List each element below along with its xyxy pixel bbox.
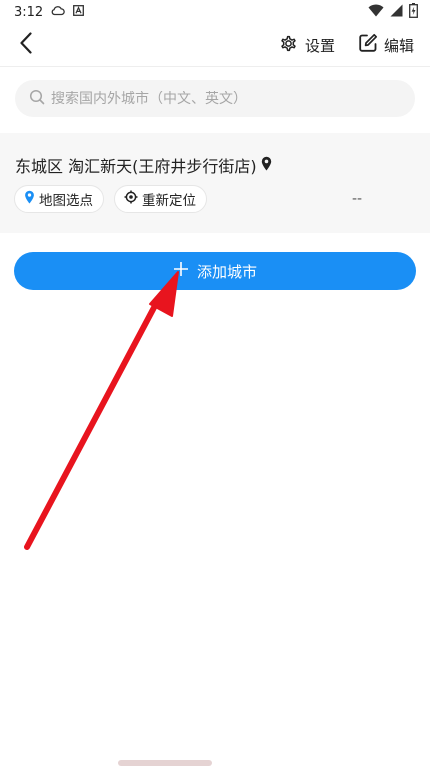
search-icon bbox=[29, 89, 45, 109]
signal-icon bbox=[390, 4, 403, 21]
gear-icon bbox=[278, 33, 299, 58]
relocate-button[interactable]: 重新定位 bbox=[114, 185, 207, 213]
location-name: 东城区 淘汇新天(王府井步行街店) bbox=[15, 157, 257, 176]
add-city-button[interactable]: 添加城市 bbox=[14, 252, 416, 290]
battery-charging-icon bbox=[409, 2, 418, 22]
add-city-label: 添加城市 bbox=[196, 262, 257, 281]
relocate-label: 重新定位 bbox=[142, 193, 196, 209]
back-button[interactable] bbox=[14, 32, 38, 58]
navigation-hint-bar bbox=[118, 760, 212, 766]
plus-icon bbox=[173, 261, 189, 281]
header-divider bbox=[0, 66, 430, 67]
current-temperature: -- bbox=[352, 191, 363, 207]
location-pin-icon bbox=[261, 156, 272, 175]
current-location-title: 东城区 淘汇新天(王府井步行街店) bbox=[15, 153, 272, 177]
edit-label: 编辑 bbox=[384, 36, 415, 55]
settings-label: 设置 bbox=[305, 36, 336, 55]
map-pick-button[interactable]: 地图选点 bbox=[14, 185, 104, 213]
locate-target-icon bbox=[124, 190, 138, 208]
edit-button[interactable]: 编辑 bbox=[358, 32, 414, 58]
settings-button[interactable]: 设置 bbox=[278, 32, 335, 58]
map-pick-label: 地图选点 bbox=[39, 193, 93, 209]
top-bar: 设置 编辑 bbox=[0, 24, 430, 66]
city-search-input[interactable] bbox=[51, 90, 391, 107]
status-bar: 3:12 bbox=[0, 0, 430, 24]
city-search-bar[interactable] bbox=[15, 80, 415, 117]
cloud-icon bbox=[51, 4, 65, 20]
current-location-card[interactable]: 东城区 淘汇新天(王府井步行街店) 地图选点 重新定位 -- bbox=[0, 133, 430, 233]
wifi-icon bbox=[368, 4, 384, 21]
map-pin-icon bbox=[24, 190, 35, 208]
edit-icon bbox=[358, 33, 378, 57]
chevron-left-icon bbox=[19, 32, 33, 58]
status-time: 3:12 bbox=[14, 4, 44, 20]
a-notification-icon bbox=[73, 4, 85, 20]
